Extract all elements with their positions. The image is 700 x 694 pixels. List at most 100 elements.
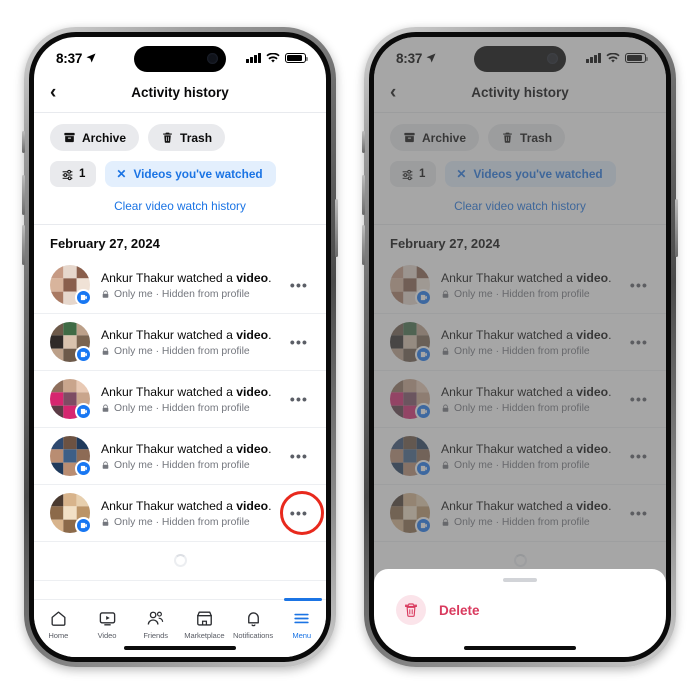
hamburger-menu-icon xyxy=(294,613,309,624)
category-chip-row: Archive Trash xyxy=(34,113,326,161)
avatar xyxy=(50,379,92,420)
volume-down-button[interactable] xyxy=(362,225,365,265)
home-icon xyxy=(51,611,66,626)
three-dots-icon[interactable]: ••• xyxy=(286,335,312,349)
volume-up-button[interactable] xyxy=(22,175,25,215)
volume-down-button[interactable] xyxy=(22,225,25,265)
filter-settings-button[interactable]: 1 xyxy=(50,161,97,187)
three-dots-icon[interactable]: ••• xyxy=(286,449,312,463)
nav-item-friends[interactable]: Friends xyxy=(131,607,180,640)
home-indicator[interactable] xyxy=(124,645,236,650)
activity-meta-text: Only me · Hidden from profile xyxy=(114,345,250,357)
activity-meta-text: Only me · Hidden from profile xyxy=(114,402,250,414)
activity-meta: Only me · Hidden from profile xyxy=(101,346,275,357)
lock-icon xyxy=(102,404,109,412)
lock-icon xyxy=(102,347,109,355)
nav-label-notifications: Notifications xyxy=(232,631,274,640)
activity-meta: Only me · Hidden from profile xyxy=(101,403,275,414)
phone-right: 8:37 xyxy=(362,27,678,667)
row-text: Ankur Thakur watched a video. Only me · … xyxy=(101,441,275,470)
avatar xyxy=(50,265,92,306)
activity-meta-text: Only me · Hidden from profile xyxy=(114,459,250,471)
delete-label: Delete xyxy=(439,602,480,618)
lock-icon xyxy=(102,290,109,298)
two-phone-comparison: 8:37 ‹ Activity history Archive Trash 1 … xyxy=(0,0,700,694)
three-dots-icon[interactable]: ••• xyxy=(286,392,312,406)
activity-list: Ankur Thakur watched a video. Only me · … xyxy=(34,257,326,581)
activity-title: Ankur Thakur watched a video. xyxy=(101,442,272,457)
activity-title: Ankur Thakur watched a video. xyxy=(101,271,272,286)
loading-row xyxy=(34,542,326,581)
power-button[interactable] xyxy=(675,199,678,257)
location-arrow-icon xyxy=(86,53,96,63)
silent-switch[interactable] xyxy=(22,131,25,153)
silent-switch[interactable] xyxy=(362,131,365,153)
cellular-signal-icon xyxy=(246,53,261,63)
screen-right: 8:37 xyxy=(374,37,666,657)
power-button[interactable] xyxy=(335,199,338,257)
nav-item-notifications[interactable]: Notifications xyxy=(229,607,278,640)
modal-scrim[interactable] xyxy=(374,37,666,657)
video-icon xyxy=(99,612,115,626)
home-indicator[interactable] xyxy=(464,645,576,650)
lock-icon xyxy=(102,518,109,526)
status-bar-left: 8:37 xyxy=(56,51,97,66)
activity-meta: Only me · Hidden from profile xyxy=(101,460,275,471)
three-dots-icon[interactable]: ••• xyxy=(286,278,312,292)
loading-spinner-icon xyxy=(173,554,187,567)
battery-icon xyxy=(285,52,308,64)
activity-meta-text: Only me · Hidden from profile xyxy=(114,288,250,300)
chip-archive[interactable]: Archive xyxy=(50,124,140,151)
nav-item-marketplace[interactable]: Marketplace xyxy=(180,607,229,640)
table-row[interactable]: Ankur Thakur watched a video. Only me · … xyxy=(34,257,326,314)
nav-label-marketplace: Marketplace xyxy=(184,631,225,640)
screen-left: 8:37 ‹ Activity history Archive Trash 1 … xyxy=(34,37,326,657)
wifi-icon xyxy=(266,52,280,63)
table-row[interactable]: Ankur Thakur watched a video. Only me · … xyxy=(34,371,326,428)
filter-count-value: 1 xyxy=(79,168,86,180)
row-text: Ankur Thakur watched a video. Only me · … xyxy=(101,327,275,356)
nav-label-home: Home xyxy=(48,631,69,640)
nav-item-menu[interactable]: Menu xyxy=(277,598,326,640)
video-badge-icon xyxy=(75,289,92,306)
volume-up-button[interactable] xyxy=(362,175,365,215)
avatar xyxy=(50,493,92,534)
chip-trash-label: Trash xyxy=(180,130,213,145)
table-row[interactable]: Ankur Thakur watched a video. Only me · … xyxy=(34,485,326,542)
three-dots-icon[interactable]: ••• xyxy=(286,506,312,520)
table-row[interactable]: Ankur Thakur watched a video. Only me · … xyxy=(34,428,326,485)
status-bar-right xyxy=(246,52,308,64)
phone-left: 8:37 ‹ Activity history Archive Trash 1 … xyxy=(22,27,338,667)
active-filter-label: Videos you've watched xyxy=(133,167,263,181)
nav-item-video[interactable]: Video xyxy=(83,607,132,640)
page-title: Activity history xyxy=(131,85,229,100)
lock-icon xyxy=(102,461,109,469)
dynamic-island xyxy=(134,46,226,72)
nav-label-friends: Friends xyxy=(143,631,168,640)
avatar xyxy=(50,436,92,477)
avatar xyxy=(50,322,92,363)
phone-bezel-left: 8:37 ‹ Activity history Archive Trash 1 … xyxy=(29,32,331,662)
video-badge-icon xyxy=(75,517,92,534)
bell-icon xyxy=(247,612,259,627)
activity-title: Ankur Thakur watched a video. xyxy=(101,499,272,514)
active-filter-pill[interactable]: ✕ Videos you've watched xyxy=(105,161,276,187)
phone-bezel-right: 8:37 xyxy=(369,32,671,662)
delete-menu-item[interactable]: Delete xyxy=(374,595,666,625)
back-chevron-icon[interactable]: ‹ xyxy=(50,83,72,102)
date-header: February 27, 2024 xyxy=(50,236,160,251)
sheet-drag-handle[interactable] xyxy=(503,578,537,582)
action-sheet: Delete xyxy=(374,569,666,657)
video-badge-icon xyxy=(75,403,92,420)
chip-trash[interactable]: Trash xyxy=(148,124,226,151)
nav-label-video: Video xyxy=(97,631,117,640)
app-header: ‹ Activity history xyxy=(34,73,326,113)
close-x-icon[interactable]: ✕ xyxy=(116,168,126,180)
activity-title: Ankur Thakur watched a video. xyxy=(101,328,272,343)
row-text: Ankur Thakur watched a video. Only me · … xyxy=(101,384,275,413)
clear-video-watch-history-link[interactable]: Clear video watch history xyxy=(34,193,326,225)
activity-meta: Only me · Hidden from profile xyxy=(101,517,275,528)
table-row[interactable]: Ankur Thakur watched a video. Only me · … xyxy=(34,314,326,371)
video-badge-icon xyxy=(75,346,92,363)
nav-item-home[interactable]: Home xyxy=(34,607,83,640)
